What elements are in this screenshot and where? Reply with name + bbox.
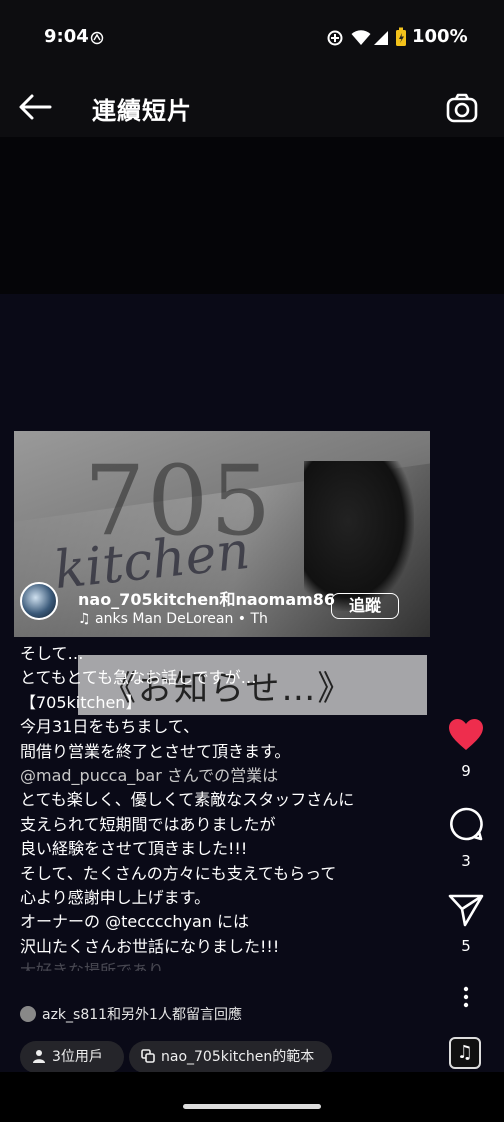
caption-line: @mad_pucca_bar さんでの営業は (20, 766, 279, 786)
like-action[interactable]: 9 (440, 718, 492, 780)
template-chip-label: nao_705kitchen的範本 (161, 1049, 315, 1065)
music-note-icon: ♫ (78, 611, 96, 627)
nfc-icon (90, 31, 104, 45)
app-bar: 連續短片 (0, 75, 504, 137)
status-time: 9:04 (44, 26, 89, 47)
caption-line: 良い経験をさせて頂きました!!! (20, 839, 248, 859)
share-action[interactable]: 5 (440, 893, 492, 955)
status-bar: 9:04 100% (0, 0, 504, 75)
caption-line: そして… (20, 644, 84, 663)
caption-line: 心より感謝申し上げます。 (20, 888, 211, 908)
caption-line: オーナーの @tecccchyan には (20, 912, 250, 932)
comment-action[interactable]: 3 (440, 806, 492, 870)
caption-line: 間借り営業を終了とさせて頂きます。 (20, 741, 291, 761)
battery-icon (396, 27, 406, 46)
send-icon[interactable] (448, 893, 484, 927)
caption-line-faded: 大好きな場所であり (20, 961, 164, 972)
system-nav-bar (0, 1072, 504, 1122)
avatar[interactable] (20, 582, 58, 620)
video-top-shade (0, 137, 504, 294)
camera-icon[interactable] (446, 93, 478, 123)
comments-summary[interactable]: azk_s811和另外1人都留言回應 (20, 1004, 242, 1024)
wifi-icon (351, 30, 371, 45)
reel-video[interactable]: 705 kitchen 《お知らせ…》 nao_705kitchen和naoma… (0, 137, 504, 1072)
music-title: anks Man DeLorean • Th (95, 611, 268, 627)
users-chip-label: 3位用戶 (52, 1049, 103, 1065)
commenter-avatar (20, 1006, 36, 1022)
comments-summary-text: azk_s811和另外1人都留言回應 (42, 1007, 242, 1023)
caption-line: 沢山たくさんお世話になりました!!! (20, 936, 280, 956)
more-options-icon[interactable] (440, 986, 492, 1012)
caption-line: とてもとても急なお話しですが… (20, 668, 257, 688)
caption-line: 今月31日をもちまして、 (20, 717, 200, 737)
follow-button[interactable]: 追蹤 (331, 593, 399, 619)
signal-icon (374, 31, 388, 45)
caption-line: 支えられて短期間ではありましたが (20, 814, 276, 834)
users-chip[interactable]: 3位用戶 (20, 1041, 124, 1073)
battery-percent: 100% (412, 26, 468, 47)
comment-icon[interactable] (448, 806, 484, 842)
share-count: 5 (461, 937, 471, 955)
caption[interactable]: そして… とてもとても急なお話しですが… 【705kitchen】 今月31日を… (20, 642, 420, 971)
heart-icon[interactable] (448, 718, 484, 752)
template-icon (141, 1041, 155, 1073)
page-title: 連續短片 (92, 97, 192, 125)
caption-line: 【705kitchen】 (20, 692, 142, 712)
back-arrow-icon[interactable] (18, 93, 52, 121)
audio-icon[interactable]: ♫ (449, 1037, 481, 1069)
like-count: 9 (461, 762, 471, 780)
comment-count: 3 (461, 852, 471, 870)
caption-line: そして、たくさんの方々にも支えてもらって (20, 863, 337, 883)
home-gesture-handle[interactable] (183, 1104, 321, 1109)
template-chip[interactable]: nao_705kitchen的範本 (129, 1041, 332, 1073)
data-saver-icon (327, 30, 343, 46)
person-icon (32, 1041, 46, 1073)
music-info[interactable]: ♫ anks Man DeLorean • Th (78, 611, 268, 627)
more-dots-icon[interactable] (461, 986, 471, 1008)
author-names[interactable]: nao_705kitchen和naomam86 (78, 586, 335, 610)
caption-line: とても楽しく、優しくて素敵なスタッフさんに (20, 790, 355, 810)
